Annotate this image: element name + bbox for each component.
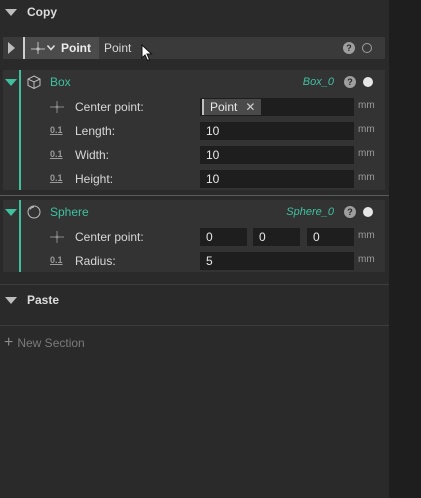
- feature-type-dropdown[interactable]: Point: [23, 37, 99, 59]
- sphere-center-point-row: Center point: 0 0 0 mm: [27, 225, 386, 249]
- unit-label: mm: [358, 100, 375, 111]
- center-point-label: Center point:: [75, 230, 144, 244]
- help-icon[interactable]: ?: [344, 206, 356, 218]
- box-feature-header[interactable]: Box Box_0 ?: [0, 70, 386, 94]
- number-icon: 0.1: [50, 173, 63, 183]
- point-reference-chip[interactable]: Point ✕: [202, 99, 262, 115]
- center-y-input[interactable]: 0: [253, 228, 300, 246]
- radius-input[interactable]: 5: [200, 252, 354, 270]
- visibility-dot-icon[interactable]: [362, 43, 372, 53]
- width-input[interactable]: 10: [200, 146, 354, 164]
- right-edge-pane: [389, 0, 421, 498]
- help-icon[interactable]: ?: [343, 42, 355, 54]
- paste-section-header[interactable]: Paste: [0, 288, 389, 312]
- sphere-feature-header[interactable]: Sphere Sphere_0 ?: [0, 200, 386, 224]
- box-icon: [27, 75, 41, 89]
- height-label: Height:: [75, 172, 114, 186]
- height-input[interactable]: 10: [200, 170, 354, 188]
- center-point-label: Center point:: [75, 100, 144, 114]
- point-icon: [50, 101, 64, 113]
- point-reference-label: Point: [210, 100, 238, 114]
- width-label: Width:: [75, 148, 110, 162]
- unit-label: mm: [358, 148, 375, 159]
- sphere-radius-row: 0.1 Radius: 5 mm: [27, 249, 386, 273]
- chevron-down-icon[interactable]: [5, 78, 17, 86]
- new-section-label: New Section: [17, 336, 85, 350]
- unit-label: mm: [358, 172, 375, 183]
- features-panel: Copy Point Point ? Box Box_0 ? Center po…: [0, 0, 389, 498]
- center-point-selection-field[interactable]: Point ✕: [200, 98, 354, 116]
- close-icon[interactable]: ✕: [245, 99, 255, 115]
- point-icon: [31, 42, 45, 54]
- feature-name-field[interactable]: Point: [104, 41, 131, 55]
- visibility-dot-icon[interactable]: [363, 207, 373, 217]
- feature-type-label: Point: [61, 41, 91, 55]
- copy-section-title: Copy: [27, 5, 57, 19]
- number-icon: 0.1: [50, 255, 63, 265]
- box-width-row: 0.1 Width: 10 mm: [27, 143, 386, 167]
- section-divider: [0, 195, 389, 196]
- mouse-cursor-icon: [141, 44, 153, 62]
- section-divider: [0, 325, 389, 326]
- unit-label: mm: [358, 230, 375, 241]
- copy-section-header[interactable]: Copy: [0, 0, 389, 24]
- section-divider: [0, 284, 389, 285]
- box-feature-name: Box: [50, 75, 71, 89]
- length-label: Length:: [75, 124, 116, 138]
- center-x-input[interactable]: 0: [200, 228, 247, 246]
- chevron-down-icon[interactable]: [5, 8, 17, 16]
- box-feature-id: Box_0: [302, 76, 334, 88]
- length-input[interactable]: 10: [200, 122, 354, 140]
- chevron-right-icon[interactable]: [8, 42, 15, 54]
- box-length-row: 0.1 Length: 10 mm: [27, 119, 386, 143]
- point-icon: [50, 231, 64, 243]
- visibility-dot-icon[interactable]: [363, 77, 373, 87]
- number-icon: 0.1: [50, 149, 63, 159]
- chevron-down-icon[interactable]: [5, 208, 17, 216]
- unit-label: mm: [358, 124, 375, 135]
- radius-label: Radius:: [75, 254, 116, 268]
- point-feature-row[interactable]: Point Point ?: [3, 37, 385, 59]
- number-icon: 0.1: [50, 125, 63, 135]
- chevron-down-icon[interactable]: [5, 296, 17, 304]
- new-section-button[interactable]: + New Section: [4, 334, 85, 352]
- sphere-feature-id: Sphere_0: [286, 206, 334, 218]
- center-z-input[interactable]: 0: [307, 228, 354, 246]
- chevron-down-icon[interactable]: [47, 45, 55, 51]
- help-icon[interactable]: ?: [344, 76, 356, 88]
- plus-icon: +: [4, 334, 14, 351]
- paste-section-title: Paste: [27, 293, 60, 307]
- sphere-feature-name: Sphere: [50, 205, 89, 219]
- unit-label: mm: [358, 254, 375, 265]
- box-center-point-row: Center point: Point ✕ mm: [27, 95, 386, 119]
- sphere-icon: [27, 205, 41, 219]
- box-height-row: 0.1 Height: 10 mm: [27, 167, 386, 191]
